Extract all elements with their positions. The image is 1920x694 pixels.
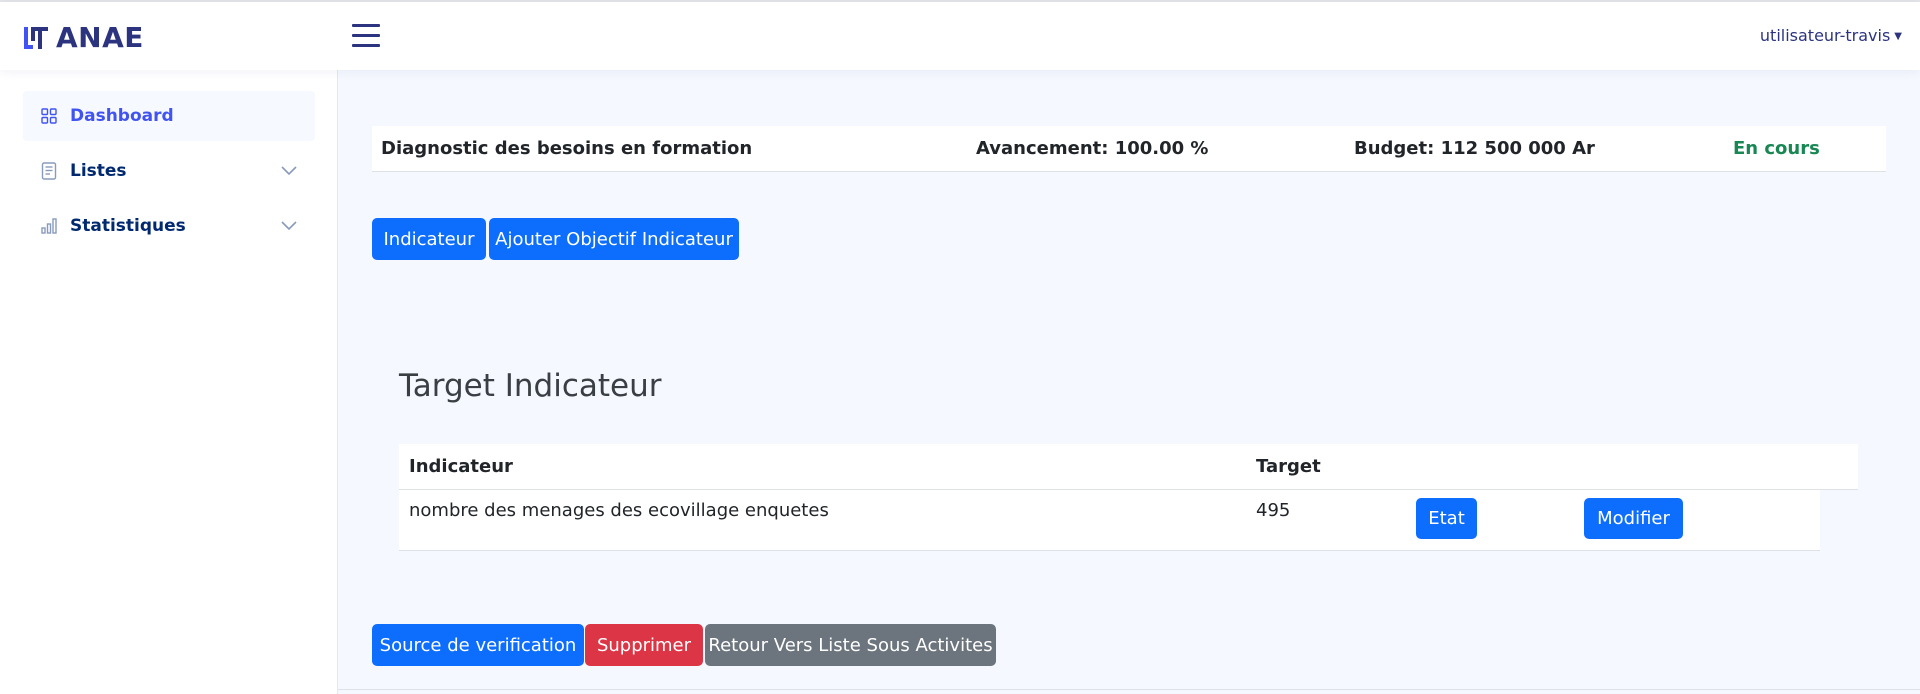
sidebar-item-listes[interactable]: Listes — [23, 146, 315, 196]
table-row: nombre des menages des ecovillage enquet… — [399, 490, 1820, 551]
project-budget: Budget: 112 500 000 Ar — [1354, 138, 1595, 159]
delete-button[interactable]: Supprimer — [585, 624, 703, 666]
sidebar-item-statistiques[interactable]: Statistiques — [23, 201, 315, 251]
project-progress: Avancement: 100.00 % — [976, 138, 1209, 159]
top-header: ANAE utilisateur-travis ▼ — [0, 2, 1920, 70]
user-name: utilisateur-travis — [1759, 26, 1891, 45]
bar-chart-icon — [40, 217, 58, 235]
project-status: En cours — [1733, 138, 1820, 159]
sidebar: Dashboard Listes Statistiques — [0, 70, 338, 694]
list-document-icon — [40, 162, 58, 180]
table-header: Indicateur Target — [399, 444, 1858, 490]
modifier-button[interactable]: Modifier — [1584, 498, 1683, 539]
brand-logo[interactable]: ANAE — [22, 21, 144, 54]
back-to-subactivities-button[interactable]: Retour Vers Liste Sous Activites — [705, 624, 996, 666]
sidebar-item-dashboard[interactable]: Dashboard — [23, 91, 315, 141]
sidebar-toggle-button[interactable] — [352, 24, 380, 48]
project-title: Diagnostic des besoins en formation — [381, 138, 753, 159]
add-objective-indicator-button[interactable]: Ajouter Objectif Indicateur — [489, 218, 739, 260]
sidebar-item-label: Statistiques — [70, 216, 186, 236]
caret-down-icon: ▼ — [1894, 31, 1902, 42]
column-header-target: Target — [1256, 456, 1321, 477]
chevron-down-icon — [281, 221, 297, 231]
section-title: Target Indicateur — [399, 368, 662, 404]
chevron-down-icon — [281, 166, 297, 176]
target-value-cell: 495 — [1256, 500, 1291, 521]
grid-icon — [40, 107, 58, 125]
sidebar-item-label: Listes — [70, 161, 127, 181]
anae-logo-icon — [24, 26, 48, 49]
project-summary-bar: Diagnostic des besoins en formation Avan… — [372, 126, 1886, 172]
hamburger-line — [352, 44, 380, 47]
hamburger-line — [352, 34, 380, 37]
content-bottom-border — [338, 689, 1920, 690]
column-header-indicateur: Indicateur — [409, 456, 513, 477]
source-verification-button[interactable]: Source de verification — [372, 624, 584, 666]
brand-name: ANAE — [56, 21, 144, 54]
indicator-name-cell: nombre des menages des ecovillage enquet… — [409, 500, 829, 521]
indicateur-button[interactable]: Indicateur — [372, 218, 486, 260]
sidebar-item-label: Dashboard — [70, 106, 174, 126]
hamburger-line — [352, 24, 380, 27]
etat-button[interactable]: Etat — [1416, 498, 1477, 539]
user-menu-dropdown[interactable]: utilisateur-travis ▼ — [1760, 26, 1902, 45]
